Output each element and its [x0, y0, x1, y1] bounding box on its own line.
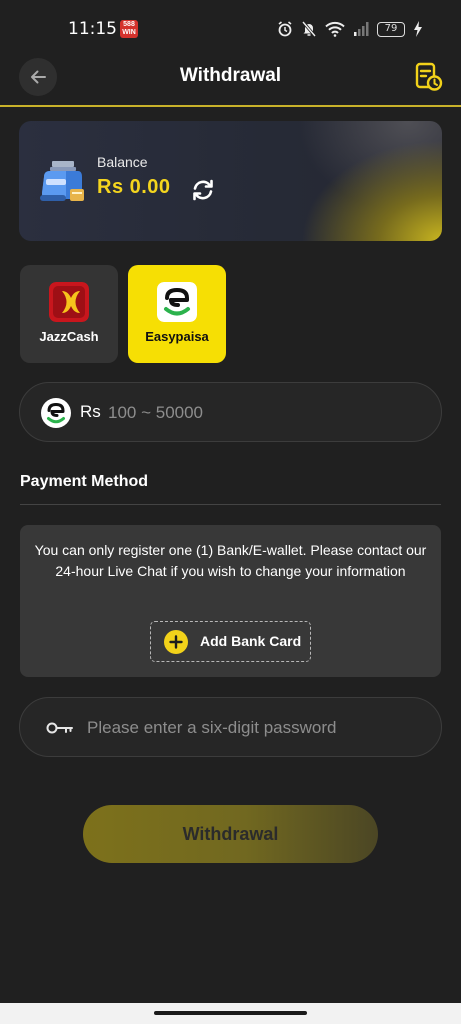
- status-bar: 11:15 588 WIN 79: [0, 0, 461, 56]
- payment-method-box: You can only register one (1) Bank/E-wal…: [20, 525, 441, 677]
- currency-label: Rs: [80, 402, 101, 421]
- mute-icon: [301, 21, 317, 37]
- amount-input[interactable]: [108, 397, 408, 429]
- method-label: Easypaisa: [145, 329, 209, 344]
- status-time: 11:15: [68, 19, 117, 39]
- withdrawal-button[interactable]: Withdrawal: [83, 805, 378, 863]
- app-badge-text: 588 WIN: [122, 21, 136, 36]
- page-title: Withdrawal: [179, 65, 282, 86]
- system-nav-bar: [0, 1003, 461, 1024]
- alarm-icon: [278, 21, 292, 37]
- wifi-icon: [325, 21, 345, 37]
- add-bank-card-button[interactable]: Add Bank Card: [150, 621, 311, 662]
- header: Withdrawal: [0, 56, 461, 106]
- status-icons: 79: [277, 18, 423, 40]
- history-button[interactable]: [415, 62, 443, 92]
- app-notification-icon: 588 WIN: [120, 20, 138, 38]
- method-easypaisa[interactable]: Easypaisa: [128, 265, 226, 363]
- notice-text: You can only register one (1) Bank/E-wal…: [34, 542, 427, 579]
- wallet-illustration-icon: [40, 161, 84, 201]
- method-jazzcash[interactable]: JazzCash: [20, 265, 118, 363]
- history-record-icon: [415, 62, 443, 91]
- key-icon: [46, 722, 73, 734]
- password-field: [19, 697, 442, 757]
- balance-value: Rs 0.00: [97, 176, 171, 198]
- plus-circle-icon: [164, 630, 188, 654]
- home-gesture-handle[interactable]: [154, 1011, 307, 1015]
- easypaisa-logo-icon: [157, 282, 197, 322]
- jazzcash-logo-icon: [49, 282, 89, 322]
- balance-card: Balance Rs 0.00: [19, 121, 442, 241]
- signal-icon: [354, 22, 369, 36]
- method-label: JazzCash: [39, 329, 99, 344]
- header-divider: [0, 105, 461, 107]
- charging-icon: [414, 21, 422, 37]
- section-divider: [20, 504, 441, 505]
- battery-icon: 79: [377, 21, 405, 37]
- easypaisa-icon: [41, 398, 71, 428]
- refresh-icon[interactable]: [190, 177, 216, 203]
- section-title: Payment Method: [20, 473, 149, 490]
- amount-field: Rs: [19, 382, 442, 442]
- balance-label: Balance: [97, 154, 148, 170]
- password-input[interactable]: [87, 712, 407, 744]
- battery-level: 79: [384, 22, 398, 34]
- add-bank-card-label: Add Bank Card: [200, 633, 302, 649]
